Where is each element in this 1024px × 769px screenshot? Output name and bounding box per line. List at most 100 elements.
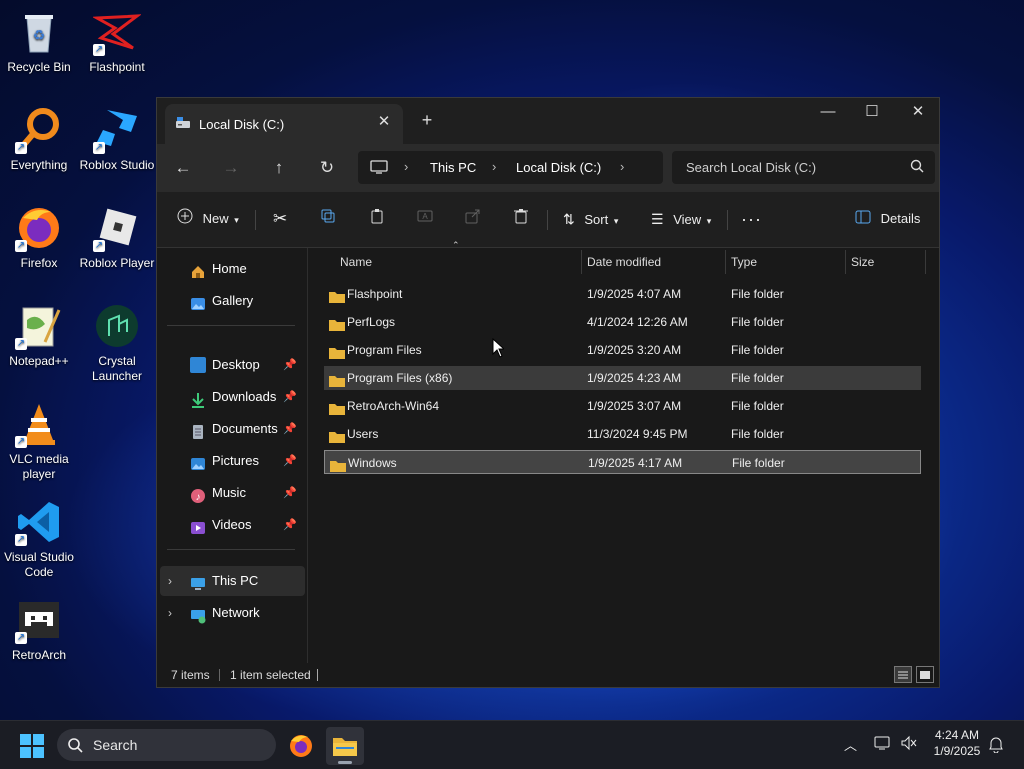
pin-icon[interactable]: 📌 — [283, 382, 297, 412]
desktop-icon-vlc[interactable]: ↗ VLC media player — [0, 400, 78, 482]
start-button[interactable] — [20, 734, 44, 758]
close-tab-icon[interactable]: ✕ — [375, 113, 393, 131]
search-box[interactable]: Search Local Disk (C:) — [672, 151, 935, 184]
address-bar[interactable]: › This PC › Local Disk (C:) › — [358, 151, 663, 184]
network-icon — [190, 605, 206, 624]
maximize-button[interactable]: ☐ — [849, 98, 895, 128]
column-divider[interactable] — [725, 250, 726, 274]
file-row[interactable]: PerfLogs 4/1/2024 12:26 AM File folder — [324, 310, 921, 334]
pin-icon[interactable]: 📌 — [283, 414, 297, 444]
share-button[interactable] — [465, 206, 481, 232]
close-window-button[interactable]: ✕ — [895, 98, 941, 128]
nav-item-network[interactable]: › Network — [160, 598, 305, 628]
videos-icon — [190, 517, 206, 534]
details-pane-button[interactable]: Details — [855, 206, 920, 232]
toolbar-divider — [727, 210, 728, 230]
expand-chevron-icon[interactable]: › — [168, 598, 172, 628]
file-row[interactable]: Program Files 1/9/2025 3:20 AM File fold… — [324, 338, 921, 362]
sort-button[interactable]: ⇅ Sort ▾ — [563, 206, 618, 232]
new-tab-button[interactable]: + — [417, 110, 437, 130]
column-header-date[interactable]: Date modified — [587, 248, 661, 276]
desktop-icon-label: Roblox Studio — [79, 158, 155, 172]
view-button[interactable]: ☰ View ▾ — [651, 206, 711, 232]
desktop-icon-vscode[interactable]: ↗ Visual Studio Code — [0, 498, 78, 580]
desktop-icon-retroarch[interactable]: ↗ RetroArch — [0, 596, 78, 663]
pin-icon[interactable]: 📌 — [283, 446, 297, 476]
paste-button[interactable] — [369, 206, 385, 232]
nav-label: Documents — [212, 421, 278, 436]
column-header-type[interactable]: Type — [731, 248, 757, 276]
breadcrumb-this-pc[interactable]: This PC — [430, 160, 476, 175]
nav-item-desktop[interactable]: Desktop 📌 — [160, 350, 305, 380]
file-row-selected[interactable]: Windows 1/9/2025 4:17 AM File folder — [324, 450, 921, 474]
folder-icon — [330, 456, 346, 472]
tiles-view-icon — [920, 671, 930, 679]
taskbar-firefox[interactable] — [282, 727, 320, 765]
nav-item-downloads[interactable]: Downloads 📌 — [160, 382, 305, 412]
desktop-icon-crystal-launcher[interactable]: Crystal Launcher — [78, 302, 156, 384]
taskbar-file-explorer[interactable] — [326, 727, 364, 765]
up-button[interactable]: ↑ — [265, 154, 293, 182]
taskbar-search[interactable]: Search — [57, 729, 276, 761]
taskbar: Search ︿ 4:24 AM 1/9/2025 — [0, 720, 1024, 769]
nav-item-videos[interactable]: Videos 📌 — [160, 510, 305, 540]
new-button[interactable]: New ▾ — [177, 206, 239, 232]
refresh-button[interactable]: ↻ — [313, 154, 341, 182]
volume-muted-icon[interactable] — [900, 735, 918, 754]
network-status-icon[interactable] — [874, 735, 892, 754]
breadcrumb-local-disk[interactable]: Local Disk (C:) — [516, 160, 601, 175]
desktop-icon-everything[interactable]: ↗ Everything — [0, 106, 78, 173]
tab-local-disk[interactable]: Local Disk (C:) ✕ — [165, 104, 403, 144]
desktop-folder-icon — [190, 357, 206, 373]
desktop-icon-recycle-bin[interactable]: ♻ Recycle Bin — [0, 8, 78, 75]
pin-icon[interactable]: 📌 — [283, 510, 297, 540]
desktop-icon-roblox-studio[interactable]: ↗ Roblox Studio — [78, 106, 156, 173]
nav-item-gallery[interactable]: Gallery — [160, 286, 305, 316]
rename-icon: A — [417, 207, 433, 233]
chevron-right-icon[interactable]: › — [492, 159, 496, 174]
music-icon: ♪ — [190, 485, 206, 503]
file-name: RetroArch-Win64 — [347, 399, 440, 413]
nav-item-this-pc[interactable]: › This PC — [160, 566, 305, 596]
chevron-right-icon[interactable]: › — [404, 159, 408, 174]
desktop-icon-firefox[interactable]: ↗ Firefox — [0, 204, 78, 271]
expand-chevron-icon[interactable]: › — [168, 566, 172, 596]
desktop-icon-label: Recycle Bin — [7, 60, 71, 74]
nav-item-home[interactable]: Home — [160, 254, 305, 284]
toolbar-divider — [255, 210, 256, 230]
file-name: Users — [347, 427, 379, 441]
details-view-button[interactable] — [894, 666, 912, 683]
cut-button[interactable]: ✂ — [273, 206, 287, 232]
pin-icon[interactable]: 📌 — [283, 478, 297, 508]
column-header-name[interactable]: Name — [340, 248, 372, 276]
column-divider[interactable] — [845, 250, 846, 274]
nav-item-documents[interactable]: Documents 📌 — [160, 414, 305, 444]
forward-button[interactable]: → — [217, 154, 245, 182]
show-hidden-icons-chevron[interactable]: ︿ — [844, 735, 857, 754]
minimize-button[interactable]: — — [805, 98, 851, 128]
column-header-size[interactable]: Size — [851, 248, 874, 276]
pin-icon[interactable]: 📌 — [283, 350, 297, 380]
rename-button[interactable]: A — [417, 206, 433, 232]
column-divider[interactable] — [925, 250, 926, 274]
delete-button[interactable] — [513, 206, 529, 232]
file-row[interactable]: Users 11/3/2024 9:45 PM File folder — [324, 422, 921, 446]
desktop-icon-roblox-player[interactable]: ↗ Roblox Player — [78, 204, 156, 271]
this-pc-icon — [190, 573, 206, 590]
chevron-right-icon[interactable]: › — [620, 159, 624, 174]
back-button[interactable]: ← — [169, 154, 197, 182]
file-row[interactable]: Flashpoint 1/9/2025 4:07 AM File folder — [324, 282, 921, 306]
column-divider[interactable] — [581, 250, 582, 274]
home-icon — [190, 261, 206, 278]
more-options-button[interactable]: ··· — [741, 206, 762, 232]
system-clock[interactable]: 4:24 AM 1/9/2025 — [926, 727, 988, 759]
file-row-hovered[interactable]: Program Files (x86) 1/9/2025 4:23 AM Fil… — [324, 366, 921, 390]
notification-bell-icon[interactable] — [988, 735, 1004, 756]
desktop-icon-notepadpp[interactable]: ↗ Notepad++ — [0, 302, 78, 369]
desktop-icon-flashpoint[interactable]: ↗ Flashpoint — [78, 8, 156, 75]
large-icons-view-button[interactable] — [916, 666, 934, 683]
nav-item-pictures[interactable]: Pictures 📌 — [160, 446, 305, 476]
copy-button[interactable] — [320, 206, 336, 232]
file-row[interactable]: RetroArch-Win64 1/9/2025 3:07 AM File fo… — [324, 394, 921, 418]
nav-item-music[interactable]: ♪ Music 📌 — [160, 478, 305, 508]
